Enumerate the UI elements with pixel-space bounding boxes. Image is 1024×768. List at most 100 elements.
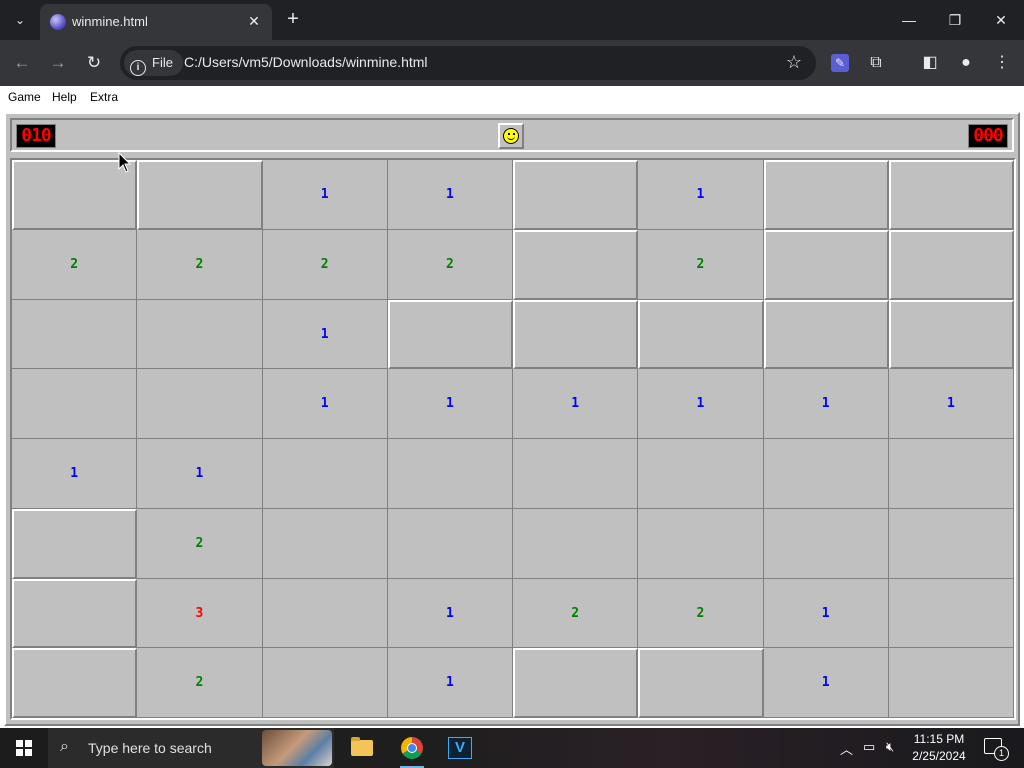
globe-favicon-icon [50,14,66,30]
mine-cell[interactable]: 2 [137,508,263,579]
mine-cell[interactable] [763,160,889,230]
minimize-button[interactable]: — [886,0,932,40]
mine-cell[interactable] [513,508,639,579]
taskbar-search-box[interactable]: ⌕ Type here to search [48,728,334,768]
mine-cell[interactable] [12,508,138,579]
mine-cell[interactable] [888,648,1014,718]
mine-cell[interactable]: 1 [387,648,513,718]
mine-cell[interactable]: 1 [387,369,513,439]
mine-cell[interactable] [888,578,1014,649]
mine-cell[interactable] [763,439,889,509]
mine-cell[interactable] [638,439,764,509]
forward-arrow-icon[interactable]: → [46,51,70,75]
mine-cell[interactable] [513,439,639,509]
tab-close-button[interactable]: ✕ [244,11,264,31]
start-button[interactable] [0,728,48,768]
mine-cell[interactable] [763,229,889,300]
mine-cell[interactable]: 1 [763,369,889,439]
mine-cell[interactable]: 1 [12,439,138,509]
page-content: Game Help Extra 010 000 1112222211111111… [0,86,1024,728]
mine-cell[interactable] [262,578,388,649]
chrome-taskbar-button[interactable] [388,728,436,768]
mine-cell[interactable] [513,229,639,300]
mine-cell[interactable]: 1 [513,369,639,439]
menu-help[interactable]: Help [52,90,77,104]
mine-cell[interactable]: 2 [638,229,764,300]
mine-cell[interactable] [137,299,263,370]
volume-muted-icon[interactable]: 🔇︎ [886,739,894,755]
mine-cell[interactable] [387,439,513,509]
extensions-puzzle-icon[interactable]: ⧉ [863,50,889,76]
mine-cell[interactable] [387,508,513,579]
site-info-chip[interactable]: i File [124,50,183,76]
mine-cell[interactable] [513,299,639,370]
mine-cell[interactable] [137,160,263,230]
mine-cell[interactable]: 2 [387,229,513,300]
mine-cell[interactable] [513,160,639,230]
side-panel-icon[interactable]: ◧ [917,50,943,76]
mine-cell[interactable]: 1 [638,369,764,439]
taskbar-clock[interactable]: 11:15 PM 2/25/2024 [904,731,974,765]
site-info-label: File [152,55,173,70]
tab-search-button[interactable]: ⌄ [7,8,33,32]
menu-game[interactable]: Game [8,90,41,104]
mine-cell[interactable] [763,508,889,579]
mine-cell[interactable] [12,299,138,370]
mine-cell[interactable] [888,229,1014,300]
mine-cell[interactable]: 1 [638,160,764,230]
chevron-up-icon[interactable]: ︿ [840,739,853,758]
mine-cell[interactable] [12,369,138,439]
reload-icon[interactable]: ↻ [82,51,106,75]
new-game-smiley-button[interactable] [498,123,524,149]
network-icon[interactable]: ▭ [863,739,875,755]
mine-cell[interactable] [638,648,764,718]
mine-cell[interactable]: 1 [137,439,263,509]
mine-cell[interactable]: 1 [387,578,513,649]
mine-cell[interactable]: 2 [137,229,263,300]
mine-cell[interactable]: 3 [137,578,263,649]
search-placeholder: Type here to search [88,740,212,756]
extension-pen-icon[interactable]: ✎ [827,50,853,76]
file-explorer-taskbar-button[interactable] [338,728,386,768]
bookmark-star-icon[interactable]: ☆ [786,52,802,73]
mine-cell[interactable]: 1 [763,648,889,718]
back-arrow-icon[interactable]: ← [10,51,34,75]
mine-cell[interactable]: 2 [137,648,263,718]
mine-cell[interactable]: 1 [888,369,1014,439]
mine-cell[interactable] [137,369,263,439]
mine-cell[interactable] [888,299,1014,370]
mine-cell[interactable] [638,508,764,579]
mine-cell[interactable] [763,299,889,370]
mine-cell[interactable]: 1 [763,578,889,649]
menu-extra[interactable]: Extra [90,90,118,104]
mine-cell[interactable]: 2 [638,578,764,649]
mine-cell[interactable]: 1 [387,160,513,230]
mine-cell[interactable] [888,508,1014,579]
mine-cell[interactable] [888,160,1014,230]
mine-cell[interactable]: 2 [513,578,639,649]
restore-button[interactable]: ❐ [932,0,978,40]
more-menu-icon[interactable]: ⋮ [989,50,1015,76]
mine-cell[interactable]: 1 [262,160,388,230]
profile-avatar-icon[interactable]: ● [953,50,979,76]
tab-winmine[interactable]: winmine.html ✕ [40,4,272,40]
mine-cell[interactable] [513,648,639,718]
close-window-button[interactable]: ✕ [978,0,1024,40]
mine-cell[interactable] [888,439,1014,509]
mine-cell[interactable]: 1 [262,299,388,370]
clock-time: 11:15 PM [913,732,965,746]
mine-cell[interactable]: 2 [262,229,388,300]
mine-cell[interactable] [12,648,138,718]
url-text[interactable]: C:/Users/vm5/Downloads/winmine.html [184,54,428,70]
mine-cell[interactable] [262,648,388,718]
mine-cell[interactable] [262,508,388,579]
mine-cell[interactable]: 2 [12,229,138,300]
mine-cell[interactable] [262,439,388,509]
v-app-taskbar-button[interactable]: V [436,728,484,768]
mine-cell[interactable] [387,299,513,370]
mine-cell[interactable] [12,578,138,649]
new-tab-button[interactable]: + [282,8,304,32]
mine-cell[interactable]: 1 [262,369,388,439]
mine-cell[interactable] [638,299,764,370]
address-bar[interactable]: i File C:/Users/vm5/Downloads/winmine.htm… [120,46,816,80]
